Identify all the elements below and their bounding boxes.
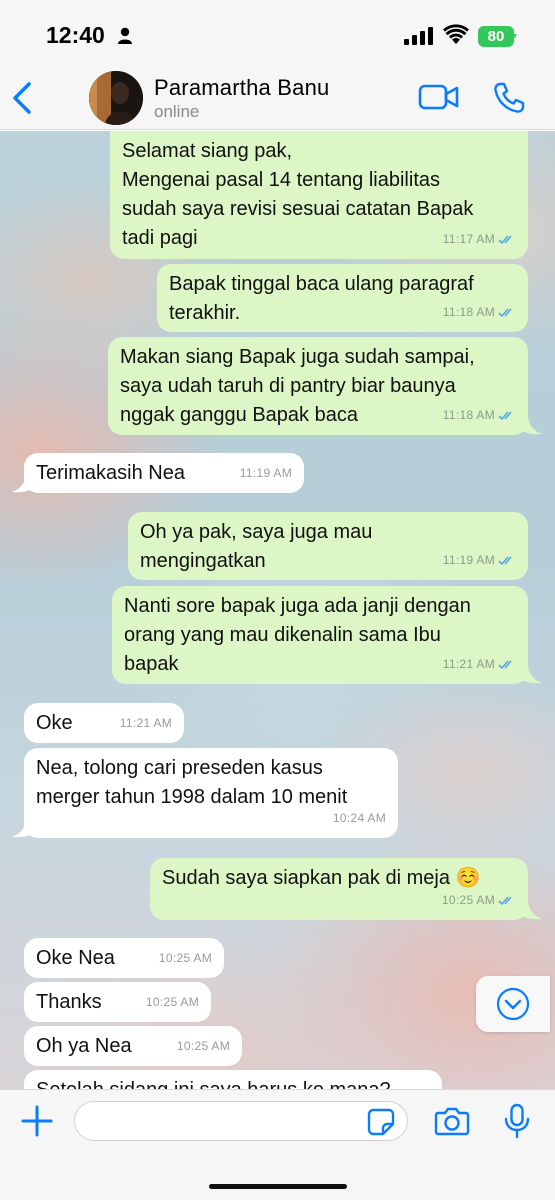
message-outgoing[interactable]: Makan siang Bapak juga sudah sampai, say… — [108, 337, 528, 435]
bubble-tail — [520, 664, 542, 684]
message-incoming[interactable]: Oh ya Nea 10:25 AM — [24, 1026, 242, 1066]
bubble-tail — [12, 473, 34, 493]
chat-header: Paramartha Banu online — [0, 66, 555, 130]
message-outgoing[interactable]: Sudah saya siapkan pak di meja ☺️ 10:25 … — [150, 858, 528, 920]
contact-status: online — [154, 102, 200, 121]
message-input[interactable] — [74, 1101, 408, 1141]
message-incoming[interactable]: Oke 11:21 AM — [24, 703, 184, 743]
phone-icon[interactable] — [492, 81, 526, 115]
message-meta: 11:21 AM — [443, 650, 516, 679]
message-time: 10:25 AM — [145, 995, 199, 1009]
message-time: 10:25 AM — [158, 951, 212, 965]
camera-icon[interactable] — [434, 1106, 470, 1136]
plus-icon[interactable] — [20, 1104, 54, 1138]
message-time: 10:25 AM — [441, 893, 495, 907]
video-camera-icon[interactable] — [418, 83, 460, 111]
message-incoming[interactable]: Terimakasih Nea 11:19 AM — [24, 453, 304, 493]
avatar[interactable] — [89, 71, 143, 125]
read-receipt-icon — [498, 896, 512, 906]
charging-bolt-icon — [509, 29, 517, 43]
message-meta: 10:25 AM — [177, 1032, 230, 1061]
contact-name[interactable]: Paramartha Banu — [154, 75, 329, 101]
sticker-icon[interactable] — [367, 1108, 395, 1136]
message-meta: 10:25 AM — [159, 944, 212, 973]
message-incoming[interactable]: Oke Nea 10:25 AM — [24, 938, 224, 978]
read-receipt-icon — [498, 308, 512, 318]
message-meta: 11:19 AM — [443, 546, 516, 575]
message-time: 11:18 AM — [442, 305, 495, 319]
message-meta: 10:25 AM — [146, 988, 199, 1017]
battery-level: 80 — [487, 28, 505, 45]
message-time: 11:21 AM — [442, 657, 495, 671]
status-time: 12:40 — [46, 22, 105, 48]
read-receipt-icon — [498, 660, 512, 670]
message-composer — [0, 1089, 555, 1200]
message-time: 11:19 AM — [442, 553, 495, 567]
bubble-tail — [12, 818, 34, 838]
read-receipt-icon — [498, 235, 512, 245]
message-time: 11:21 AM — [119, 716, 172, 730]
chat-area[interactable]: Selamat siang pak, Mengenai pasal 14 ten… — [0, 131, 555, 1089]
message-incoming[interactable]: Thanks 10:25 AM — [24, 982, 211, 1022]
microphone-icon[interactable] — [503, 1103, 531, 1139]
message-time: 10:24 AM — [332, 811, 386, 825]
chevron-left-icon[interactable] — [10, 80, 34, 116]
cellular-signal-icon — [404, 27, 433, 45]
scroll-to-bottom-button[interactable] — [476, 976, 550, 1032]
message-meta: 10:24 AM — [333, 804, 386, 833]
home-indicator — [209, 1184, 347, 1189]
message-incoming[interactable]: Nea, tolong cari preseden kasus merger t… — [24, 748, 398, 838]
message-time: 11:18 AM — [442, 408, 495, 422]
message-meta: 11:21 AM — [120, 709, 172, 738]
message-meta: 11:18 AM — [443, 298, 516, 327]
message-outgoing[interactable]: Selamat siang pak, Mengenai pasal 14 ten… — [110, 131, 528, 259]
message-time: 10:25 AM — [176, 1039, 230, 1053]
message-time: 11:19 AM — [239, 466, 292, 480]
chevron-down-icon — [496, 987, 530, 1021]
bubble-tail — [520, 900, 542, 920]
wifi-icon — [443, 24, 469, 44]
read-receipt-icon — [498, 411, 512, 421]
person-icon — [118, 27, 132, 44]
message-outgoing[interactable]: Nanti sore bapak juga ada janji dengan o… — [112, 586, 528, 684]
message-text: Setelah sidang ini saya harus ke mana? — [36, 1076, 430, 1089]
bubble-tail — [520, 415, 542, 435]
message-incoming[interactable]: Setelah sidang ini saya harus ke mana? — [24, 1070, 442, 1089]
message-meta: 11:18 AM — [443, 401, 516, 430]
avatar-photo — [89, 71, 143, 125]
message-meta: 11:19 AM — [240, 459, 292, 488]
status-bar: 12:40 80 — [0, 0, 555, 66]
message-meta: 10:25 AM — [442, 886, 516, 915]
read-receipt-icon — [498, 556, 512, 566]
message-outgoing[interactable]: Bapak tinggal baca ulang paragraf terakh… — [157, 264, 528, 332]
message-outgoing[interactable]: Oh ya pak, saya juga mau mengingatkan 11… — [128, 512, 528, 580]
message-meta: 11:17 AM — [443, 225, 516, 254]
message-time: 11:17 AM — [442, 232, 495, 246]
